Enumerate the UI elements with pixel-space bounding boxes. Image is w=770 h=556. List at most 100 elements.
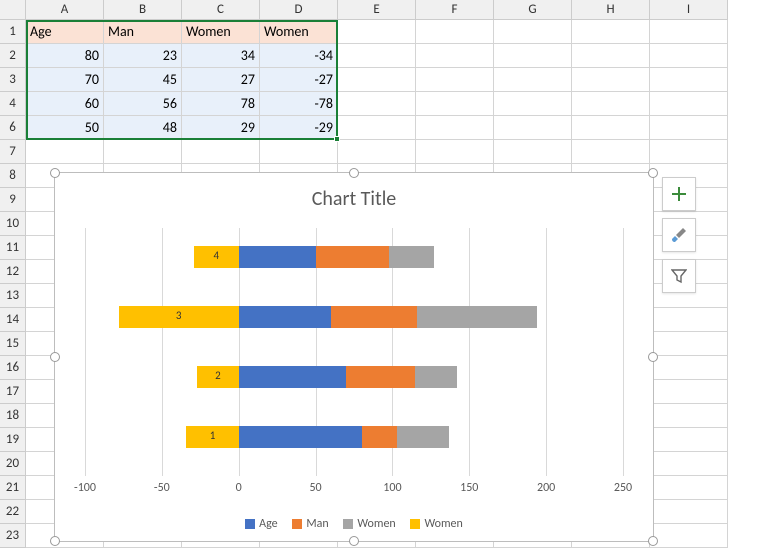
empty-cell[interactable] xyxy=(572,140,650,164)
col-header-A[interactable]: A xyxy=(26,0,104,20)
empty-cell[interactable] xyxy=(338,92,416,116)
cell-A2[interactable]: 80 xyxy=(26,44,104,68)
empty-cell[interactable] xyxy=(338,140,416,164)
empty-cell[interactable] xyxy=(104,140,182,164)
empty-cell[interactable] xyxy=(338,116,416,140)
chart-styles-button[interactable] xyxy=(662,218,696,252)
empty-cell[interactable] xyxy=(338,68,416,92)
empty-cell[interactable] xyxy=(572,116,650,140)
row-header-14[interactable]: 14 xyxy=(0,308,26,332)
row-header-6[interactable]: 6 xyxy=(0,116,26,140)
cell-C4[interactable]: 78 xyxy=(182,92,260,116)
row-header-20[interactable]: 20 xyxy=(0,452,26,476)
cell-C3[interactable]: 27 xyxy=(182,68,260,92)
chart-resize-handle[interactable] xyxy=(349,536,359,546)
empty-cell[interactable] xyxy=(494,44,572,68)
cell-B4[interactable]: 56 xyxy=(104,92,182,116)
row-header-18[interactable]: 18 xyxy=(0,404,26,428)
empty-cell[interactable] xyxy=(650,332,728,356)
row-header-12[interactable]: 12 xyxy=(0,260,26,284)
cell-A3[interactable]: 70 xyxy=(26,68,104,92)
empty-cell[interactable] xyxy=(650,92,728,116)
empty-cell[interactable] xyxy=(416,20,494,44)
row-header-7[interactable]: 7 xyxy=(0,140,26,164)
row-header-13[interactable]: 13 xyxy=(0,284,26,308)
cell-D4[interactable]: -78 xyxy=(260,92,338,116)
row-header-3[interactable]: 3 xyxy=(0,68,26,92)
cell-D3[interactable]: -27 xyxy=(260,68,338,92)
chart-resize-handle[interactable] xyxy=(50,168,60,178)
empty-cell[interactable] xyxy=(494,20,572,44)
row-header-4[interactable]: 4 xyxy=(0,92,26,116)
row-header-10[interactable]: 10 xyxy=(0,212,26,236)
cell-A6[interactable]: 50 xyxy=(26,116,104,140)
cell-C1[interactable]: Women xyxy=(182,20,260,44)
empty-cell[interactable] xyxy=(260,140,338,164)
row-header-16[interactable]: 16 xyxy=(0,356,26,380)
cell-B2[interactable]: 23 xyxy=(104,44,182,68)
chart-resize-handle[interactable] xyxy=(50,536,60,546)
row-header-22[interactable]: 22 xyxy=(0,500,26,524)
row-header-17[interactable]: 17 xyxy=(0,380,26,404)
empty-cell[interactable] xyxy=(650,428,728,452)
empty-cell[interactable] xyxy=(650,68,728,92)
chart-filters-button[interactable] xyxy=(662,259,696,293)
empty-cell[interactable] xyxy=(494,92,572,116)
chart-resize-handle[interactable] xyxy=(349,168,359,178)
cell-D2[interactable]: -34 xyxy=(260,44,338,68)
empty-cell[interactable] xyxy=(650,356,728,380)
empty-cell[interactable] xyxy=(650,44,728,68)
chart-resize-handle[interactable] xyxy=(648,536,658,546)
chart-resize-handle[interactable] xyxy=(648,352,658,362)
empty-cell[interactable] xyxy=(650,140,728,164)
empty-cell[interactable] xyxy=(572,44,650,68)
empty-cell[interactable] xyxy=(650,524,728,548)
cell-D6[interactable]: -29 xyxy=(260,116,338,140)
row-header-9[interactable]: 9 xyxy=(0,188,26,212)
row-header-21[interactable]: 21 xyxy=(0,476,26,500)
empty-cell[interactable] xyxy=(494,140,572,164)
col-header-G[interactable]: G xyxy=(494,0,572,20)
row-header-8[interactable]: 8 xyxy=(0,164,26,188)
empty-cell[interactable] xyxy=(650,116,728,140)
cell-A4[interactable]: 60 xyxy=(26,92,104,116)
col-header-F[interactable]: F xyxy=(416,0,494,20)
select-all-corner[interactable] xyxy=(0,0,26,20)
empty-cell[interactable] xyxy=(650,452,728,476)
empty-cell[interactable] xyxy=(650,404,728,428)
empty-cell[interactable] xyxy=(416,116,494,140)
row-header-11[interactable]: 11 xyxy=(0,236,26,260)
empty-cell[interactable] xyxy=(572,68,650,92)
empty-cell[interactable] xyxy=(182,140,260,164)
plot-area[interactable]: 4 3 2 xyxy=(85,228,623,476)
empty-cell[interactable] xyxy=(416,68,494,92)
empty-cell[interactable] xyxy=(650,380,728,404)
empty-cell[interactable] xyxy=(416,140,494,164)
empty-cell[interactable] xyxy=(338,20,416,44)
row-header-2[interactable]: 2 xyxy=(0,44,26,68)
empty-cell[interactable] xyxy=(650,500,728,524)
empty-cell[interactable] xyxy=(338,44,416,68)
cell-C2[interactable]: 34 xyxy=(182,44,260,68)
empty-cell[interactable] xyxy=(494,68,572,92)
empty-cell[interactable] xyxy=(572,92,650,116)
chart-elements-button[interactable] xyxy=(662,177,696,211)
col-header-C[interactable]: C xyxy=(182,0,260,20)
chart-legend[interactable]: Age Man Women Women xyxy=(55,517,653,531)
empty-cell[interactable] xyxy=(416,44,494,68)
empty-cell[interactable] xyxy=(650,308,728,332)
cell-B3[interactable]: 45 xyxy=(104,68,182,92)
chart-resize-handle[interactable] xyxy=(648,168,658,178)
cell-A1[interactable]: Age xyxy=(26,20,104,44)
cell-B6[interactable]: 48 xyxy=(104,116,182,140)
chart-title[interactable]: Chart Title xyxy=(55,187,653,211)
empty-cell[interactable] xyxy=(494,116,572,140)
row-header-15[interactable]: 15 xyxy=(0,332,26,356)
col-header-B[interactable]: B xyxy=(104,0,182,20)
chart-object[interactable]: Chart Title 4 3 xyxy=(54,172,654,542)
row-header-1[interactable]: 1 xyxy=(0,20,26,44)
empty-cell[interactable] xyxy=(26,140,104,164)
empty-cell[interactable] xyxy=(650,20,728,44)
empty-cell[interactable] xyxy=(416,92,494,116)
empty-cell[interactable] xyxy=(650,476,728,500)
